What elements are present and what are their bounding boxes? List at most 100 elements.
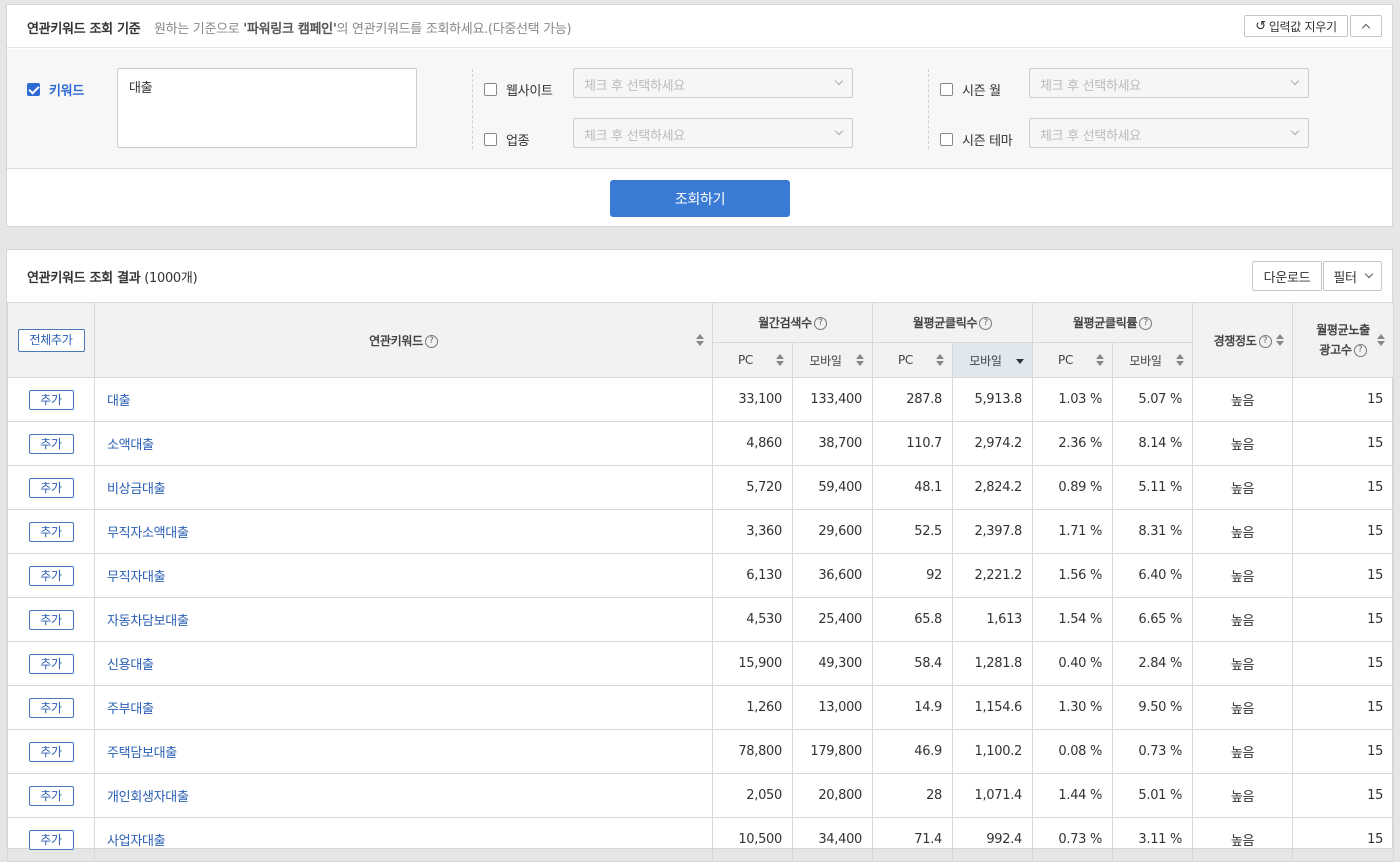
chevron-down-icon [1364, 269, 1373, 279]
ctr-mobile-cell: 6.65 % [1112, 597, 1194, 642]
website-select[interactable]: 체크 후 선택하세요 [573, 68, 853, 98]
season-month-select-placeholder: 체크 후 선택하세요 [1040, 79, 1141, 94]
clicks-mobile-cell: 2,824.2 [952, 465, 1034, 510]
divider [472, 69, 473, 149]
sort-icon[interactable] [936, 354, 945, 366]
keyword-cell[interactable]: 무직자소액대출 [94, 509, 713, 554]
search-pc-header[interactable]: PC [712, 342, 793, 378]
ad-count-header[interactable]: 월평균노출 광고수? [1292, 302, 1395, 378]
collapse-button[interactable] [1350, 15, 1382, 37]
search-mobile-cell: 13,000 [791, 685, 874, 730]
search-mobile-cell: 179,800 [791, 729, 874, 774]
clicks-pc-cell: 92 [872, 553, 954, 598]
monthly-search-header: 월간검색수? [711, 302, 874, 343]
add-all-header: 전체추가 [7, 302, 95, 378]
keyword-cell[interactable]: 무직자대출 [94, 553, 713, 598]
sort-icon[interactable] [1176, 354, 1185, 366]
sort-icon[interactable] [696, 334, 704, 346]
ad-count-cell: 15 [1292, 421, 1395, 466]
season-theme-checkbox[interactable] [940, 133, 953, 146]
search-pc-cell: 2,050 [712, 773, 793, 818]
keyword-column-header[interactable]: 연관키워드? [94, 302, 713, 378]
industry-checkbox[interactable] [484, 133, 497, 146]
ctr-mobile-cell: 0.73 % [1112, 729, 1194, 774]
ctr-mobile-cell: 5.01 % [1112, 773, 1194, 818]
add-keyword-button[interactable]: 추가 [28, 697, 74, 718]
clicks-pc-cell: 287.8 [872, 377, 954, 422]
keyword-cell[interactable]: 주택담보대출 [94, 729, 713, 774]
sort-icon[interactable] [1096, 354, 1105, 366]
clicks-mobile-header[interactable]: 모바일 [952, 342, 1034, 378]
add-keyword-button[interactable]: 추가 [28, 389, 74, 410]
help-icon[interactable]: ? [979, 317, 993, 330]
download-button[interactable]: 다운로드 [1252, 261, 1322, 291]
clicks-mobile-cell: 1,154.6 [952, 685, 1034, 730]
competition-header[interactable]: 경쟁정도? [1192, 302, 1294, 378]
keyword-cell[interactable]: 자동차담보대출 [94, 597, 713, 642]
divider [928, 69, 929, 149]
keyword-cell[interactable]: 신용대출 [94, 641, 713, 686]
table-row: 추가 무직자대출 6,130 36,600 92 2,221.2 1.56 % 6.40 % 높… [7, 553, 1395, 598]
sort-icon[interactable] [776, 354, 784, 366]
clicks-pc-cell: 52.5 [872, 509, 954, 554]
add-keyword-button[interactable]: 추가 [28, 653, 74, 674]
sort-icon[interactable] [1276, 334, 1285, 346]
sort-icon[interactable] [856, 354, 865, 366]
keyword-textarea[interactable]: 대출 [117, 68, 417, 148]
help-icon[interactable]: ? [813, 317, 827, 330]
search-pc-cell: 4,530 [712, 597, 793, 642]
season-month-select[interactable]: 체크 후 선택하세요 [1029, 68, 1309, 98]
search-pc-cell: 1,260 [712, 685, 793, 730]
add-keyword-button[interactable]: 추가 [28, 433, 74, 454]
add-all-button[interactable]: 전체추가 [17, 328, 85, 352]
ctr-pc-cell: 1.03 % [1032, 377, 1114, 422]
search-pc-cell: 78,800 [712, 729, 793, 774]
search-button[interactable]: 조회하기 [610, 180, 790, 217]
add-keyword-button[interactable]: 추가 [28, 609, 74, 630]
keyword-cell[interactable]: 소액대출 [94, 421, 713, 466]
help-icon[interactable]: ? [1258, 334, 1272, 348]
ctr-mobile-cell: 9.50 % [1112, 685, 1194, 730]
ctr-mobile-header[interactable]: 모바일 [1112, 342, 1194, 378]
search-pc-cell: 15,900 [712, 641, 793, 686]
search-mobile-header[interactable]: 모바일 [791, 342, 874, 378]
sort-icon[interactable] [1377, 334, 1386, 346]
industry-label: 업종 [506, 134, 530, 149]
add-keyword-button[interactable]: 추가 [28, 565, 74, 586]
filter-button[interactable]: 필터 [1323, 261, 1382, 291]
keyword-cell[interactable]: 대출 [94, 377, 713, 422]
clicks-mobile-cell: 5,913.8 [952, 377, 1034, 422]
competition-cell: 높음 [1192, 773, 1294, 818]
keyword-cell[interactable]: 개인회생자대출 [94, 773, 713, 818]
competition-cell: 높음 [1192, 509, 1294, 554]
help-icon[interactable]: ? [424, 334, 438, 348]
keyword-cell[interactable]: 주부대출 [94, 685, 713, 730]
add-keyword-button[interactable]: 추가 [28, 741, 74, 762]
add-keyword-button[interactable]: 추가 [28, 477, 74, 498]
table-row: 추가 주택담보대출 78,800 179,800 46.9 1,100.2 0.08 % 0.… [7, 729, 1395, 774]
ad-count-cell: 15 [1292, 597, 1395, 642]
clicks-pc-header[interactable]: PC [872, 342, 954, 378]
industry-select[interactable]: 체크 후 선택하세요 [573, 118, 853, 148]
ctr-pc-cell: 1.30 % [1032, 685, 1114, 730]
keyword-cell[interactable]: 비상금대출 [94, 465, 713, 510]
season-theme-select[interactable]: 체크 후 선택하세요 [1029, 118, 1309, 148]
ctr-pc-cell: 1.54 % [1032, 597, 1114, 642]
sort-desc-icon[interactable] [1016, 354, 1025, 366]
ctr-mobile-cell: 6.40 % [1112, 553, 1194, 598]
help-icon[interactable]: ? [1353, 344, 1367, 357]
reset-inputs-button[interactable]: ↺ 입력값 지우기 [1244, 15, 1348, 37]
ctr-pc-header[interactable]: PC [1032, 342, 1114, 378]
competition-cell: 높음 [1192, 377, 1294, 422]
keyword-checkbox[interactable] [27, 83, 40, 96]
add-keyword-button[interactable]: 추가 [28, 521, 74, 542]
ctr-pc-cell: 0.89 % [1032, 465, 1114, 510]
season-month-checkbox[interactable] [940, 83, 953, 96]
add-keyword-button[interactable]: 추가 [28, 785, 74, 806]
help-icon[interactable]: ? [1139, 317, 1153, 330]
ctr-pc-cell: 1.56 % [1032, 553, 1114, 598]
table-row: 추가 무직자소액대출 3,360 29,600 52.5 2,397.8 1.71 % 8.3… [7, 509, 1395, 554]
website-checkbox[interactable] [484, 83, 497, 96]
competition-cell: 높음 [1192, 685, 1294, 730]
search-mobile-cell: 59,400 [791, 465, 874, 510]
